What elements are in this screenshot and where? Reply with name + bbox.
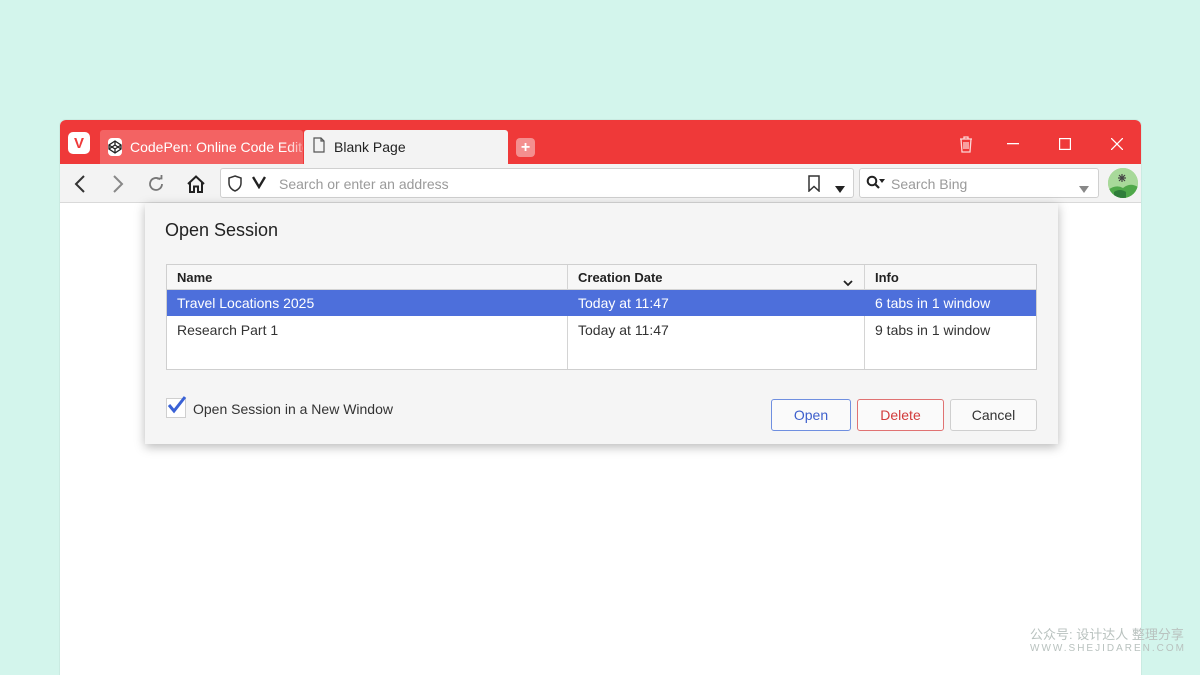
table-row[interactable]: Research Part 1 Today at 11:47 9 tabs in… [167, 317, 1036, 343]
page-icon [312, 136, 326, 158]
bookmark-icon[interactable] [808, 175, 820, 197]
session-info: 9 tabs in 1 window [875, 322, 991, 338]
session-name: Travel Locations 2025 [177, 295, 315, 311]
session-table: Name Creation Date Info Travel Locations… [166, 264, 1037, 370]
chevron-down-icon[interactable] [1079, 180, 1089, 198]
session-info: 6 tabs in 1 window [875, 295, 991, 311]
tab-title: Blank Page [334, 139, 406, 155]
address-placeholder: Search or enter an address [279, 176, 449, 192]
column-header-info[interactable]: Info [865, 265, 899, 289]
new-window-checkbox-label[interactable]: Open Session in a New Window [193, 401, 393, 417]
tab-title: CodePen: Online Code Editor [130, 139, 303, 155]
tab-codepen[interactable]: CodePen: Online Code Editor [100, 130, 303, 164]
checkmark-icon [167, 396, 187, 414]
vivaldi-menu-icon[interactable]: V [68, 132, 90, 154]
delete-button[interactable]: Delete [857, 399, 944, 431]
shield-icon[interactable] [228, 175, 242, 197]
vivaldi-v-icon [251, 175, 267, 194]
session-date: Today at 11:47 [578, 295, 669, 311]
cancel-button[interactable]: Cancel [950, 399, 1037, 431]
search-icon [866, 175, 886, 196]
open-session-dialog: Open Session Name Creation Date Info Tra… [145, 203, 1058, 444]
address-field[interactable]: Search or enter an address [220, 168, 854, 198]
table-header: Name Creation Date Info [167, 265, 1036, 290]
column-header-creation-date[interactable]: Creation Date [568, 265, 663, 289]
reload-icon[interactable] [144, 172, 168, 196]
session-name: Research Part 1 [177, 322, 279, 338]
avatar[interactable] [1108, 168, 1138, 198]
open-button[interactable]: Open [771, 399, 851, 431]
close-icon[interactable] [1107, 134, 1127, 154]
column-header-name[interactable]: Name [167, 265, 212, 289]
minimize-icon[interactable] [1003, 134, 1023, 154]
codepen-icon [108, 138, 122, 156]
watermark-text: 公众号: 设计达人 整理分享 [1030, 627, 1184, 642]
dialog-title: Open Session [165, 220, 279, 240]
forward-icon[interactable] [106, 172, 130, 196]
search-placeholder: Search Bing [891, 176, 968, 192]
maximize-icon[interactable] [1055, 134, 1075, 154]
trash-icon[interactable] [956, 134, 976, 154]
address-bar: Search or enter an address Search Bing [60, 164, 1141, 203]
new-tab-button[interactable]: + [516, 138, 535, 157]
home-icon[interactable] [184, 172, 208, 196]
new-window-checkbox[interactable] [166, 396, 187, 418]
tab-bar: V CodePen: Online Code Editor Blank Page… [60, 120, 1141, 164]
table-row[interactable]: Travel Locations 2025 Today at 11:47 6 t… [167, 290, 1036, 316]
chevron-down-icon[interactable] [835, 180, 845, 198]
session-date: Today at 11:47 [578, 322, 669, 338]
back-icon[interactable] [68, 172, 92, 196]
watermark-url: WWW.SHEJIDAREN.COM [1030, 643, 1186, 654]
search-field[interactable]: Search Bing [859, 168, 1099, 198]
tab-blank-page[interactable]: Blank Page [304, 130, 508, 164]
